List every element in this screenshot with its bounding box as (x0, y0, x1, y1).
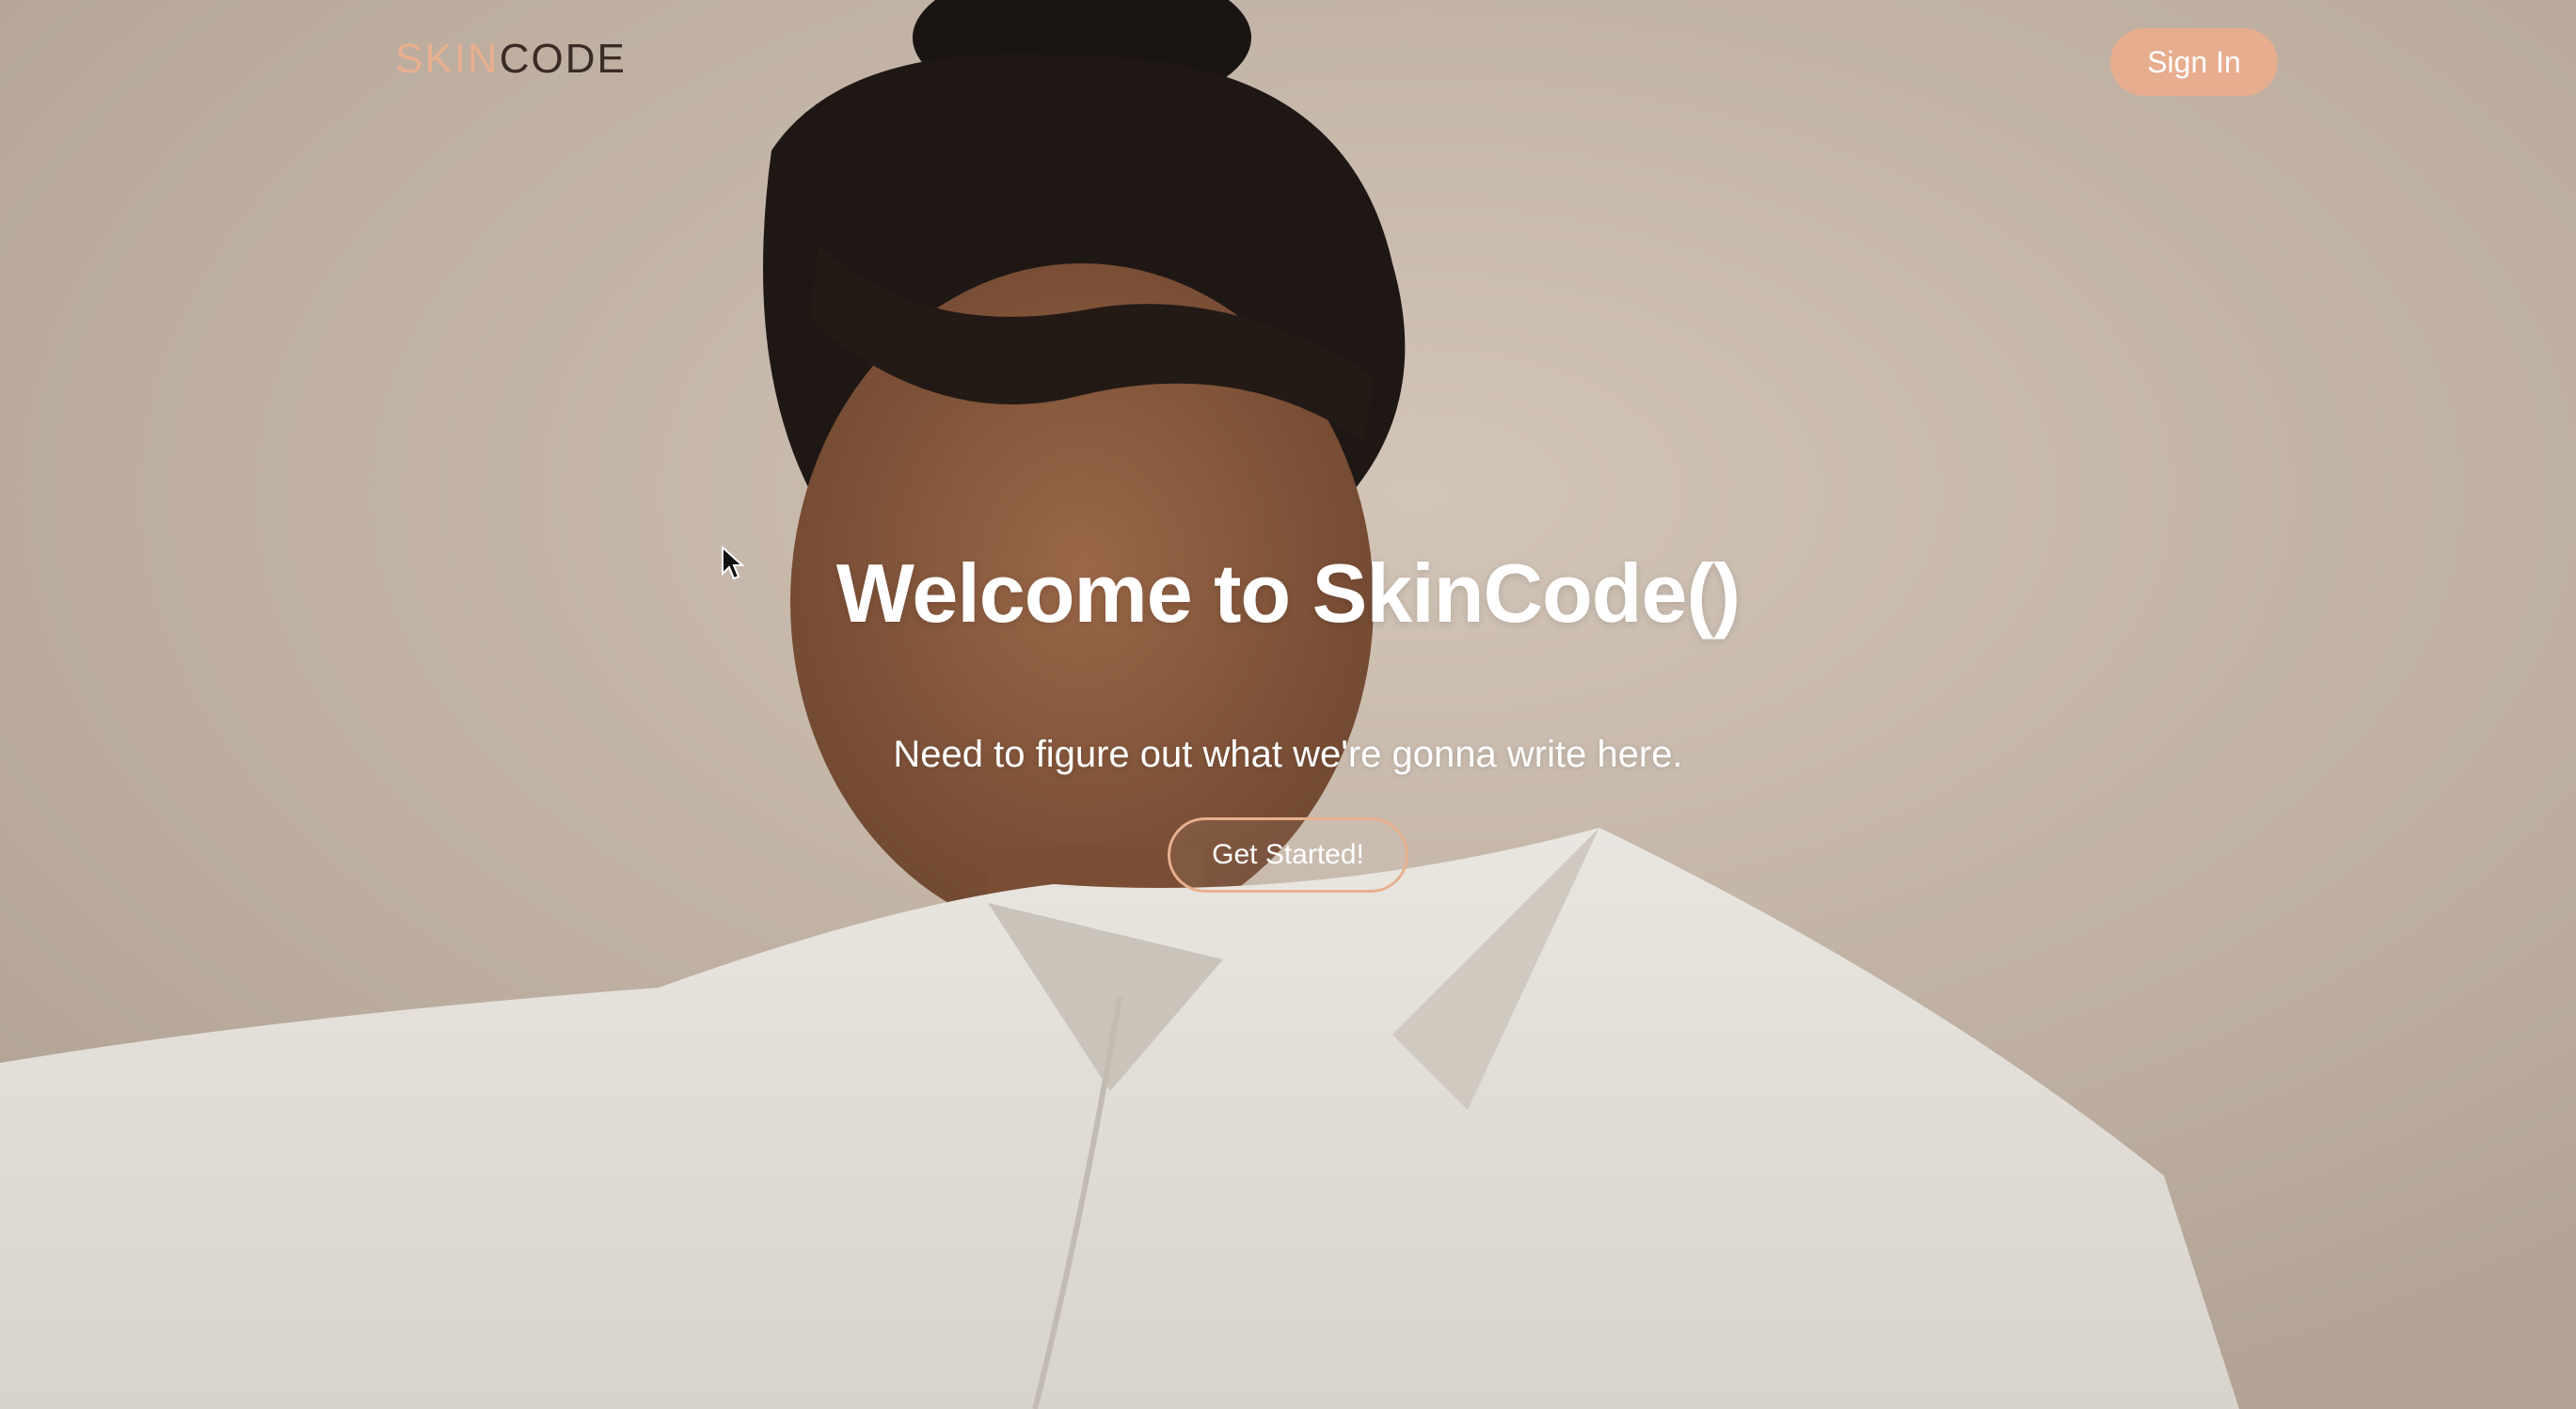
logo[interactable]: SKINCODE (395, 36, 627, 83)
top-navigation: SKINCODE Sign In (0, 0, 2576, 122)
get-started-button[interactable]: Get Started! (1168, 817, 1408, 893)
logo-code-text: CODE (499, 36, 627, 82)
hero-subtitle: Need to figure out what we're gonna writ… (893, 734, 1683, 775)
mouse-pointer-icon (722, 546, 745, 580)
logo-skin-text: SKIN (395, 36, 500, 82)
hero-section: SKINCODE Sign In Welcome to SkinCode() N… (0, 0, 2576, 1409)
sign-in-button[interactable]: Sign In (2110, 28, 2278, 96)
hero-content: Welcome to SkinCode() Need to figure out… (0, 546, 2576, 893)
hero-title: Welcome to SkinCode() (835, 546, 1741, 640)
